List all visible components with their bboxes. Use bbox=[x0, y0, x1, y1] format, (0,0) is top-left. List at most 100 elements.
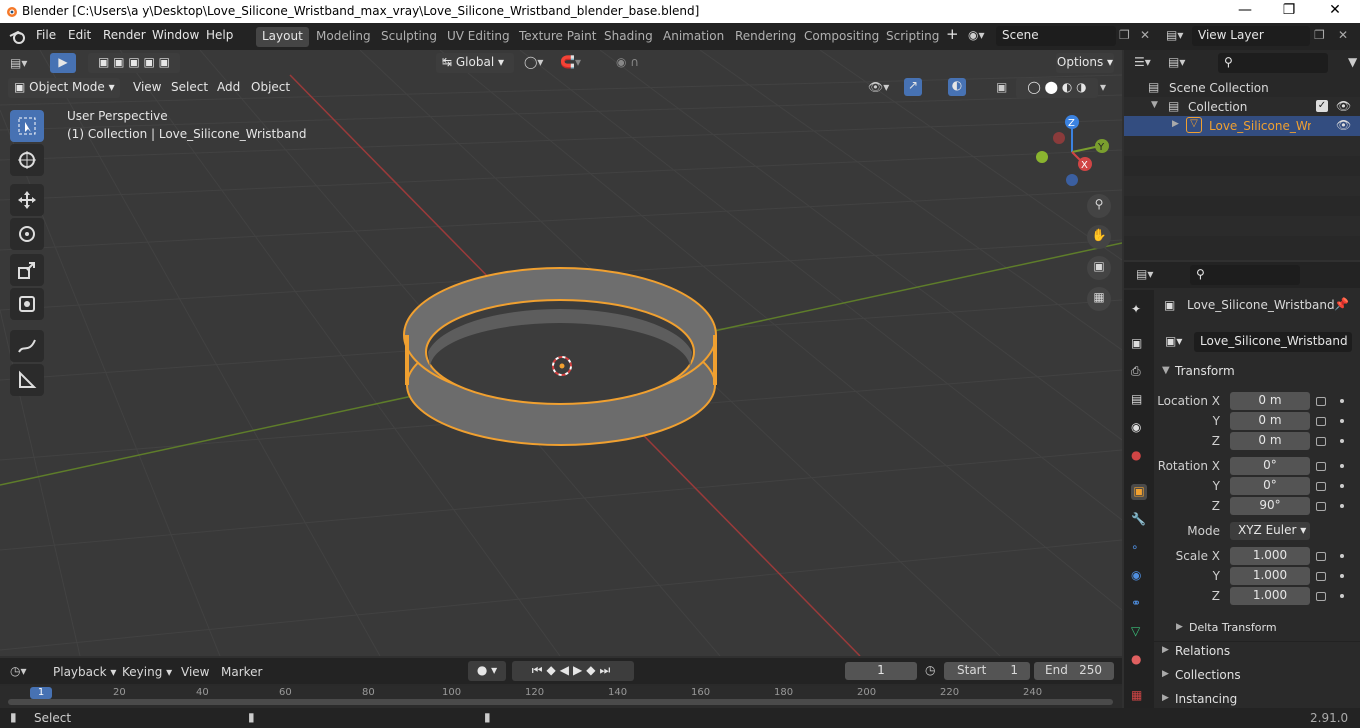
outliner-row-collection[interactable]: ▼ ▤ Collection ✓ 👁 bbox=[1124, 97, 1360, 117]
new-scene-icon[interactable]: ❐ bbox=[1119, 28, 1130, 42]
tool-move[interactable] bbox=[10, 184, 44, 216]
tool-rotate[interactable] bbox=[10, 218, 44, 250]
mode-dropdown[interactable]: ▣ Object Mode ▾ bbox=[8, 78, 120, 98]
proportional-edit-icon[interactable]: ◉ ∩ bbox=[616, 55, 639, 69]
tool-cursor[interactable] bbox=[10, 144, 44, 176]
tab-texture-paint[interactable]: Texture Paint bbox=[513, 27, 602, 47]
lock-icon[interactable] bbox=[1316, 482, 1326, 491]
pin-icon[interactable]: 📌 bbox=[1334, 297, 1349, 311]
tab-animation[interactable]: Animation bbox=[657, 27, 730, 47]
expand-arrow-icon[interactable]: ▶ bbox=[1172, 119, 1179, 129]
lock-icon[interactable] bbox=[1316, 502, 1326, 511]
relations-header[interactable]: Relations bbox=[1175, 644, 1230, 658]
expand-arrow-icon[interactable]: ▼ bbox=[1151, 100, 1158, 110]
timeline-view-menu[interactable]: View bbox=[181, 665, 209, 679]
world-tab-icon[interactable]: ● bbox=[1131, 448, 1147, 464]
minimize-button[interactable]: — bbox=[1230, 2, 1260, 20]
maximize-button[interactable]: ❐ bbox=[1274, 2, 1304, 20]
instancing-header[interactable]: Instancing bbox=[1175, 692, 1237, 706]
object-name-field[interactable]: Love_Silicone_Wristband bbox=[1194, 332, 1352, 352]
location-x-field[interactable]: 0 m bbox=[1230, 392, 1310, 410]
tool-select-box[interactable] bbox=[10, 110, 44, 142]
scale-z-field[interactable]: 1.000 bbox=[1230, 587, 1310, 605]
remove-scene-icon[interactable]: ✕ bbox=[1140, 28, 1150, 42]
expand-arrow-icon[interactable]: ▶ bbox=[1162, 669, 1169, 679]
location-z-field[interactable]: 0 m bbox=[1230, 432, 1310, 450]
timeline-scrollbar[interactable] bbox=[8, 699, 1113, 705]
properties-editor-icon[interactable]: ▤▾ bbox=[1136, 267, 1153, 281]
tool-scale[interactable] bbox=[10, 254, 44, 286]
outliner-search-input[interactable]: ⚲ bbox=[1218, 53, 1328, 73]
keyframe-dot-icon[interactable] bbox=[1340, 594, 1344, 598]
menu-file[interactable]: File bbox=[36, 28, 56, 42]
menu-render[interactable]: Render bbox=[103, 28, 146, 42]
modifier-tab-icon[interactable]: 🔧 bbox=[1131, 512, 1147, 528]
navigation-gizmo[interactable]: Z Y X bbox=[1030, 110, 1114, 194]
pivot-icon[interactable]: ◯▾ bbox=[524, 55, 543, 69]
tick-1[interactable]: 1 bbox=[30, 687, 52, 699]
scene-field[interactable]: Scene bbox=[996, 26, 1116, 46]
lock-icon[interactable] bbox=[1316, 462, 1326, 471]
particles-tab-icon[interactable]: ∘ bbox=[1131, 540, 1147, 556]
scale-x-field[interactable]: 1.000 bbox=[1230, 547, 1310, 565]
delta-transform-header[interactable]: Delta Transform bbox=[1189, 621, 1277, 634]
tool-annotate[interactable] bbox=[10, 330, 44, 362]
blender-menu-icon[interactable] bbox=[9, 29, 27, 45]
menu-select[interactable]: Select bbox=[171, 80, 208, 94]
collection-eye-icon[interactable]: 👁 bbox=[1336, 99, 1351, 113]
object-tab-icon[interactable]: ▣ bbox=[1131, 484, 1147, 500]
transform-expand-icon[interactable]: ▼ bbox=[1162, 365, 1170, 376]
object-datablock-icon[interactable]: ▣▾ bbox=[1165, 334, 1182, 348]
orientation-dropdown[interactable]: ↹ Global ▾ bbox=[436, 53, 514, 73]
outliner-row-object[interactable]: ▶ ▽ Love_Silicone_Wristband 👁 bbox=[1124, 116, 1360, 136]
physics-tab-icon[interactable]: ◉ bbox=[1131, 568, 1147, 584]
keyframe-dot-icon[interactable] bbox=[1340, 504, 1344, 508]
lock-icon[interactable] bbox=[1316, 572, 1326, 581]
record-button[interactable]: ● ▾ bbox=[468, 661, 506, 681]
render-tab-icon[interactable]: ▣ bbox=[1131, 336, 1147, 352]
menu-view[interactable]: View bbox=[133, 80, 161, 94]
outliner-row-scene-collection[interactable]: ▤ Scene Collection bbox=[1124, 78, 1360, 98]
tab-scripting[interactable]: Scripting bbox=[880, 27, 945, 47]
menu-window[interactable]: Window bbox=[152, 28, 199, 42]
menu-help[interactable]: Help bbox=[206, 28, 233, 42]
rotation-x-field[interactable]: 0° bbox=[1230, 457, 1310, 475]
lock-icon[interactable] bbox=[1316, 592, 1326, 601]
tool-tab-icon[interactable]: ✦ bbox=[1131, 302, 1147, 318]
visibility-icon[interactable]: 👁▾ bbox=[868, 80, 889, 94]
new-viewlayer-icon[interactable]: ❐ bbox=[1314, 28, 1325, 42]
location-y-field[interactable]: 0 m bbox=[1230, 412, 1310, 430]
material-tab-icon[interactable]: ● bbox=[1131, 652, 1147, 668]
properties-search-input[interactable]: ⚲ bbox=[1190, 265, 1300, 285]
tab-rendering[interactable]: Rendering bbox=[729, 27, 802, 47]
scale-y-field[interactable]: 1.000 bbox=[1230, 567, 1310, 585]
lock-icon[interactable] bbox=[1316, 437, 1326, 446]
end-frame-field[interactable]: End 250 bbox=[1034, 662, 1114, 680]
current-frame-field[interactable]: 1 bbox=[845, 662, 917, 680]
viewlayer-icon[interactable]: ▤▾ bbox=[1166, 28, 1183, 42]
selection-modes[interactable]: ▣ ▣ ▣ ▣ ▣ bbox=[88, 53, 180, 73]
scene-icon[interactable]: ◉▾ bbox=[968, 28, 990, 42]
keyframe-dot-icon[interactable] bbox=[1340, 484, 1344, 488]
rotation-y-field[interactable]: 0° bbox=[1230, 477, 1310, 495]
shading-modes[interactable]: ◯ ⬤ ◐ ◑ bbox=[1016, 78, 1098, 98]
view-layer-tab-icon[interactable]: ▤ bbox=[1131, 392, 1147, 408]
keyframe-dot-icon[interactable] bbox=[1340, 464, 1344, 468]
snap-icon[interactable]: 🧲▾ bbox=[560, 55, 581, 69]
display-mode-icon[interactable]: ▤▾ bbox=[1168, 55, 1185, 69]
outliner-editor-icon[interactable]: ☰▾ bbox=[1134, 55, 1151, 69]
frame-ruler[interactable]: 1 20 40 60 80 100 120 140 160 180 200 22… bbox=[0, 686, 1122, 708]
playback-menu[interactable]: Playback ▾ bbox=[53, 665, 116, 679]
expand-arrow-icon[interactable]: ▶ bbox=[1162, 693, 1169, 703]
keyframe-dot-icon[interactable] bbox=[1340, 439, 1344, 443]
tab-layout[interactable]: Layout bbox=[256, 27, 309, 47]
keying-menu[interactable]: Keying ▾ bbox=[122, 665, 172, 679]
shading-dropdown-icon[interactable]: ▾ bbox=[1100, 80, 1106, 94]
menu-edit[interactable]: Edit bbox=[68, 28, 91, 42]
rotation-mode-dropdown[interactable]: XYZ Euler ▾ bbox=[1230, 522, 1310, 540]
menu-add[interactable]: Add bbox=[217, 80, 240, 94]
collection-checkbox[interactable]: ✓ bbox=[1316, 100, 1328, 112]
tab-compositing[interactable]: Compositing bbox=[798, 27, 885, 47]
lock-icon[interactable] bbox=[1316, 417, 1326, 426]
tab-uv-editing[interactable]: UV Editing bbox=[441, 27, 516, 47]
